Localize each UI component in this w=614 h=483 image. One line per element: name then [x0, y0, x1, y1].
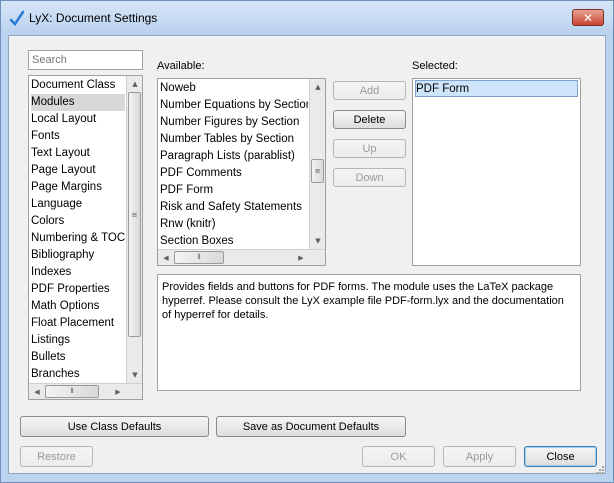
category-item[interactable]: Bullets [31, 349, 125, 366]
category-item[interactable]: Local Layout [31, 111, 125, 128]
available-module-item[interactable]: Number Equations by Section [160, 97, 308, 114]
scroll-up-arrow-icon[interactable]: ▲ [310, 79, 325, 95]
category-vertical-scrollbar[interactable]: ▲ ≡ ▼ [126, 76, 142, 383]
lyx-logo-icon [9, 10, 25, 26]
category-horizontal-scrollbar[interactable]: ◀ ⦀ ▶ [29, 383, 142, 399]
available-module-item[interactable]: Risk and Safety Statements [160, 199, 308, 216]
available-module-item[interactable]: Rnw (knitr) [160, 216, 308, 233]
available-module-item[interactable]: Paragraph Lists (parablist) [160, 148, 308, 165]
category-item[interactable]: Document Class [31, 77, 125, 94]
scroll-left-arrow-icon[interactable]: ◀ [158, 250, 174, 265]
category-item[interactable]: Indexes [31, 264, 125, 281]
ok-button[interactable]: OK [362, 446, 435, 467]
window-title: LyX: Document Settings [29, 11, 158, 25]
category-item[interactable]: Branches [31, 366, 125, 383]
dialog-body: Document ClassModulesLocal LayoutFontsTe… [8, 35, 606, 474]
category-item[interactable]: Page Layout [31, 162, 125, 179]
scroll-down-arrow-icon[interactable]: ▼ [127, 367, 142, 383]
search-input[interactable] [28, 50, 143, 70]
category-list[interactable]: Document Class Modules Local Layout Fonts Te… [28, 75, 143, 400]
available-modules-list[interactable]: Noweb Number Equations by Section Number F… [157, 78, 326, 266]
available-module-item[interactable]: Number Figures by Section [160, 114, 308, 131]
up-button[interactable]: Up [333, 139, 406, 158]
category-item[interactable]: Listings [31, 332, 125, 349]
category-scroll-thumb[interactable]: ≡ [128, 92, 141, 337]
title-bar[interactable]: LyX: Document Settings ✕ [1, 1, 613, 35]
down-button[interactable]: Down [333, 168, 406, 187]
available-module-item[interactable]: PDF Comments [160, 165, 308, 182]
module-description: Provides fields and buttons for PDF form… [157, 274, 581, 391]
document-settings-window: LyX: Document Settings ✕ Document ClassM… [0, 0, 614, 483]
available-module-item[interactable]: Noweb [160, 80, 308, 97]
add-button[interactable]: Add [333, 81, 406, 100]
save-as-document-defaults-button[interactable]: Save as Document Defaults [216, 416, 406, 437]
category-item[interactable]: Modules [31, 94, 125, 111]
scroll-left-arrow-icon[interactable]: ◀ [29, 384, 45, 399]
available-module-item[interactable]: Number Tables by Section [160, 131, 308, 148]
window-close-button[interactable]: ✕ [572, 9, 604, 26]
available-scroll-thumb[interactable]: ≡ [311, 159, 324, 183]
scroll-right-arrow-icon[interactable]: ▶ [110, 384, 126, 399]
close-button[interactable]: Close [524, 446, 597, 467]
category-item[interactable]: Float Placement [31, 315, 125, 332]
category-item[interactable]: Language [31, 196, 125, 213]
category-item[interactable]: Colors [31, 213, 125, 230]
close-icon: ✕ [582, 10, 594, 25]
selected-module-item[interactable]: PDF Form [415, 80, 578, 97]
scroll-up-arrow-icon[interactable]: ▲ [127, 76, 142, 92]
scroll-down-arrow-icon[interactable]: ▼ [310, 233, 325, 249]
available-label: Available: [157, 60, 205, 72]
delete-button[interactable]: Delete [333, 110, 406, 129]
scroll-right-arrow-icon[interactable]: ▶ [293, 250, 309, 265]
available-hscroll-thumb[interactable]: ⦀ [174, 251, 224, 264]
available-horizontal-scrollbar[interactable]: ◀ ⦀ ▶ [158, 249, 325, 265]
category-item[interactable]: Numbering & TOC [31, 230, 125, 247]
apply-button[interactable]: Apply [443, 446, 516, 467]
available-module-item[interactable]: PDF Form [160, 182, 308, 199]
use-class-defaults-button[interactable]: Use Class Defaults [20, 416, 209, 437]
category-item[interactable]: Text Layout [31, 145, 125, 162]
category-item[interactable]: Math Options [31, 298, 125, 315]
selected-modules-list[interactable]: PDF Form [412, 78, 581, 266]
category-item[interactable]: PDF Properties [31, 281, 125, 298]
selected-label: Selected: [412, 60, 458, 72]
available-vertical-scrollbar[interactable]: ▲ ≡ ▼ [309, 79, 325, 249]
category-item[interactable]: Page Margins [31, 179, 125, 196]
restore-button[interactable]: Restore [20, 446, 93, 467]
category-hscroll-thumb[interactable]: ⦀ [45, 385, 99, 398]
size-grip-icon[interactable] [594, 464, 604, 474]
category-item[interactable]: Fonts [31, 128, 125, 145]
available-module-item[interactable]: Section Boxes [160, 233, 308, 250]
category-item[interactable]: Bibliography [31, 247, 125, 264]
